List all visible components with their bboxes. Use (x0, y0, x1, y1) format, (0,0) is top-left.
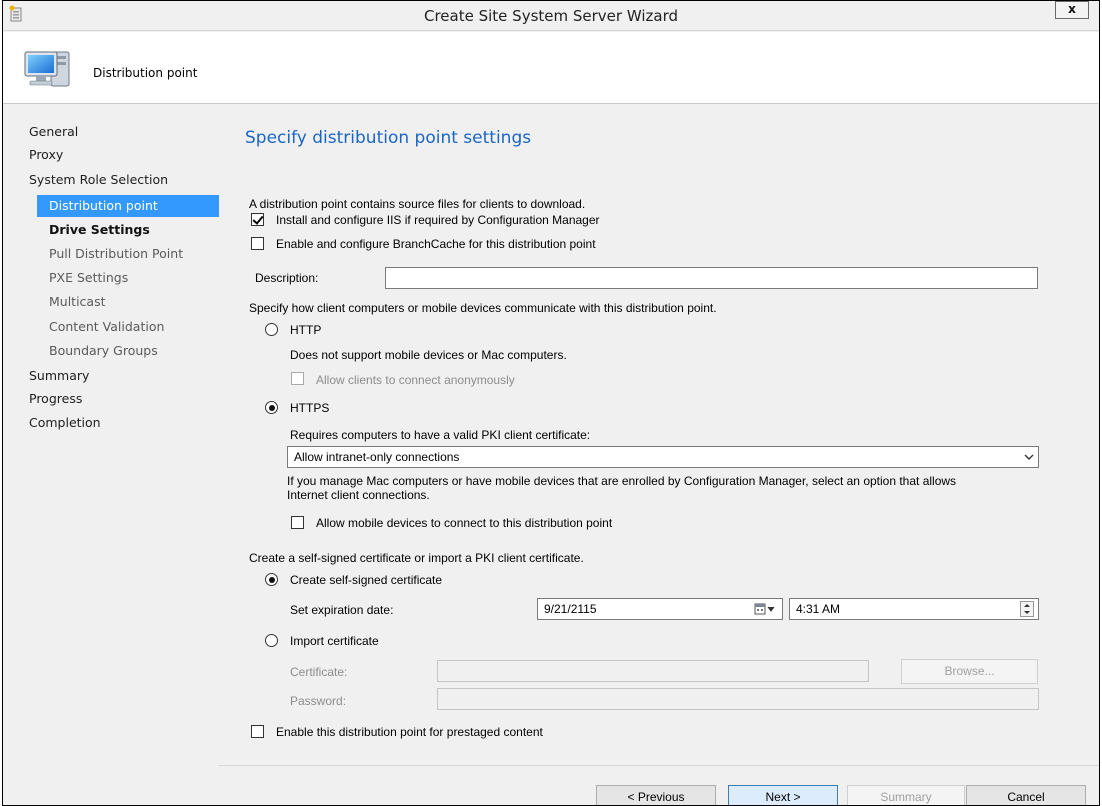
header-title: Distribution point (93, 66, 198, 80)
mobile-devices-checkbox-label[interactable]: Allow mobile devices to connect to this … (316, 516, 612, 530)
next-button[interactable]: Next > (728, 785, 838, 805)
nav-item-boundary-groups[interactable]: Boundary Groups (3, 340, 219, 362)
chevron-down-icon (1024, 454, 1034, 460)
nav-item-distribution-point[interactable]: Distribution point (37, 195, 219, 217)
expiration-time-value: 4:31 AM (796, 602, 841, 616)
close-button[interactable]: x (1055, 1, 1089, 19)
anonymous-checkbox-label[interactable]: Allow clients to connect anonymously (316, 373, 515, 387)
branchcache-checkbox-label[interactable]: Enable and configure BranchCache for thi… (276, 237, 596, 251)
mac-note-line1: If you manage Mac computers or have mobi… (287, 474, 957, 488)
import-certificate-radio-label[interactable]: Import certificate (290, 634, 379, 648)
prestaged-checkbox[interactable] (251, 725, 264, 738)
branchcache-checkbox[interactable] (251, 237, 264, 250)
certificate-section-label: Create a self-signed certificate or impo… (249, 551, 584, 565)
nav-item-progress[interactable]: Progress (3, 388, 219, 410)
title-bar: Create Site System Server Wizard x (3, 1, 1099, 31)
certificate-input[interactable] (437, 660, 869, 682)
intro-text: A distribution point contains source fil… (249, 197, 586, 211)
certificate-label: Certificate: (290, 665, 348, 679)
nav-item-proxy[interactable]: Proxy (3, 144, 219, 166)
self-signed-radio[interactable] (265, 573, 278, 586)
description-input[interactable] (385, 267, 1038, 289)
iis-checkbox[interactable] (251, 213, 264, 226)
mac-note-line2: Internet client connections. (287, 488, 430, 502)
password-label: Password: (290, 694, 347, 708)
communicate-label: Specify how client computers or mobile d… (249, 301, 717, 315)
connection-select[interactable]: Allow intranet-only connections (287, 446, 1039, 468)
nav-item-summary[interactable]: Summary (3, 365, 219, 387)
prestaged-checkbox-label[interactable]: Enable this distribution point for prest… (276, 725, 543, 739)
close-icon: x (1068, 2, 1076, 16)
description-label: Description: (255, 271, 319, 285)
nav-item-content-validation[interactable]: Content Validation (3, 316, 219, 338)
cancel-button[interactable]: Cancel (966, 785, 1086, 805)
wizard-header: Distribution point (3, 32, 1099, 104)
window-title: Create Site System Server Wizard (424, 7, 678, 25)
wizard-navigation: General Proxy System Role Selection Dist… (3, 105, 219, 805)
https-radio[interactable] (265, 401, 278, 414)
iis-checkbox-label[interactable]: Install and configure IIS if required by… (276, 213, 600, 227)
nav-item-completion[interactable]: Completion (3, 412, 219, 434)
https-radio-label[interactable]: HTTPS (290, 401, 329, 415)
nav-item-multicast[interactable]: Multicast (3, 291, 219, 313)
expiration-time-input[interactable]: 4:31 AM (789, 598, 1039, 620)
anonymous-checkbox[interactable] (291, 372, 304, 385)
http-radio-label[interactable]: HTTP (290, 323, 321, 337)
page-title: Specify distribution point settings (245, 128, 532, 148)
http-note: Does not support mobile devices or Mac c… (290, 348, 567, 362)
import-certificate-radio[interactable] (265, 634, 278, 647)
connection-select-value: Allow intranet-only connections (294, 450, 460, 464)
nav-item-pxe-settings[interactable]: PXE Settings (3, 267, 219, 289)
http-radio[interactable] (265, 323, 278, 336)
previous-button[interactable]: < Previous (596, 785, 716, 805)
content-pane: Specify distribution point settings A di… (219, 105, 1099, 805)
expiration-label: Set expiration date: (290, 603, 394, 617)
self-signed-radio-label[interactable]: Create self-signed certificate (290, 573, 442, 587)
calendar-dropdown-icon[interactable] (754, 603, 776, 615)
mobile-devices-checkbox[interactable] (291, 516, 304, 529)
browse-button[interactable]: Browse... (901, 659, 1038, 684)
computer-icon (24, 51, 70, 87)
footer-separator (219, 765, 1099, 766)
password-input[interactable] (437, 688, 1039, 710)
summary-button[interactable]: Summary (847, 785, 965, 805)
expiration-date-value: 9/21/2115 (544, 602, 597, 616)
https-note: Requires computers to have a valid PKI c… (290, 428, 591, 442)
time-spinner-icon[interactable] (1020, 601, 1034, 617)
wizard-window: Create Site System Server Wizard x Distr… (2, 0, 1100, 806)
nav-item-drive-settings[interactable]: Drive Settings (3, 219, 219, 241)
nav-item-general[interactable]: General (3, 121, 219, 143)
nav-item-system-role-selection[interactable]: System Role Selection (3, 169, 219, 191)
expiration-date-picker[interactable]: 9/21/2115 (537, 598, 783, 620)
nav-item-pull-distribution-point[interactable]: Pull Distribution Point (3, 243, 219, 265)
